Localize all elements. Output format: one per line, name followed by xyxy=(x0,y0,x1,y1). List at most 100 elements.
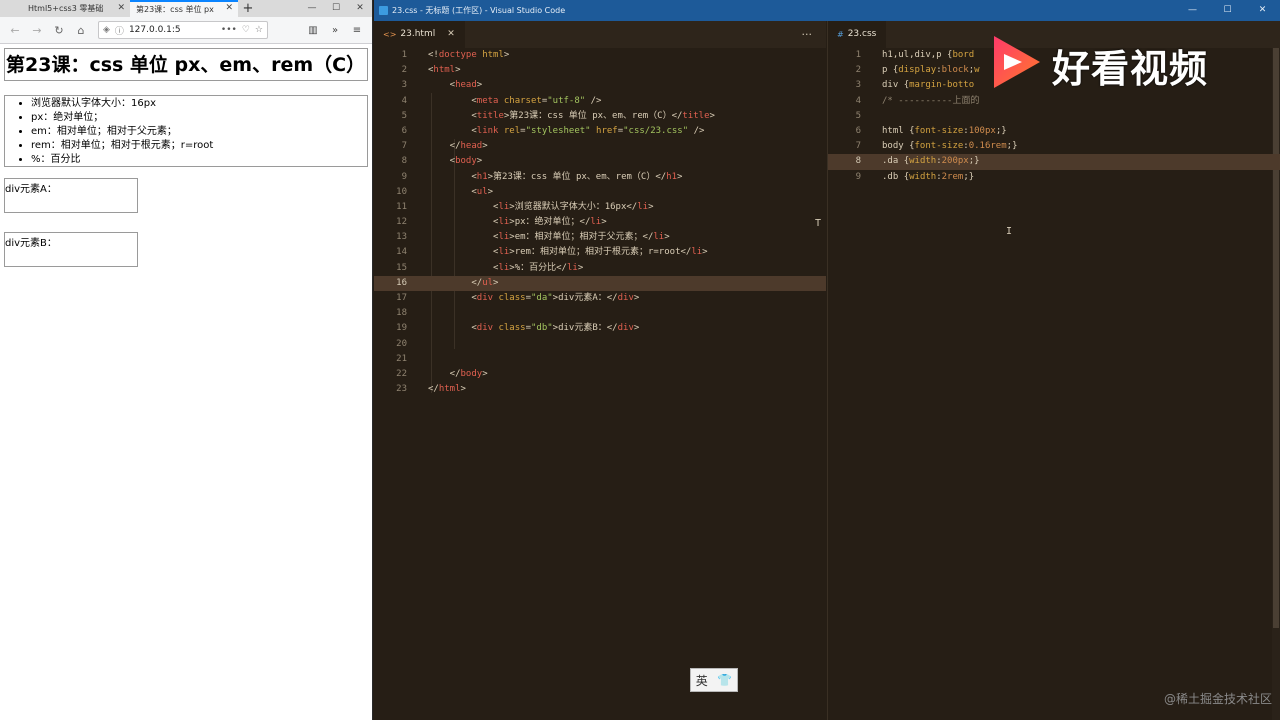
close-icon[interactable]: ✕ xyxy=(225,2,233,16)
css-code-editor[interactable]: I 1 h1,ul,div,p {bord 2 p {display:block;w 3… xyxy=(828,48,1280,720)
maximize-icon[interactable]: ☐ xyxy=(324,0,348,17)
code-line[interactable]: 4 <meta charset="utf-8" /> xyxy=(374,94,826,109)
overflow-chevron-icon[interactable]: » xyxy=(324,25,346,36)
editor-group-html: <> 23.html ✕ ··· T 1 <!doctype html> 2 <htm… xyxy=(374,21,826,720)
code-line[interactable]: 8 <body> xyxy=(374,154,826,169)
vscode-logo-icon xyxy=(379,6,388,15)
code-line[interactable]: 4 /* ----------上面的 xyxy=(828,94,1280,109)
close-icon[interactable]: ✕ xyxy=(117,0,125,17)
div-element-b: div元素B： xyxy=(4,232,138,267)
home-icon[interactable]: ⌂ xyxy=(70,24,92,37)
tab-23-html[interactable]: <> 23.html ✕ xyxy=(374,21,465,48)
code-token: html xyxy=(433,65,456,76)
info-icon[interactable]: ⓘ xyxy=(115,24,124,37)
code-text: <li>em：相对单位；相对于父元素；</li> xyxy=(428,230,670,245)
screen: Html5+css3 零基础 ✕ 第23课：css 单位 px ✕ + — ☐ … xyxy=(0,0,1280,720)
code-token: div xyxy=(476,323,494,334)
line-number: 2 xyxy=(855,65,861,76)
code-line[interactable]: 23 </html> xyxy=(374,382,826,397)
browser-tab-1[interactable]: Html5+css3 零基础 ✕ xyxy=(0,0,130,17)
hamburger-menu-icon[interactable]: ≡ xyxy=(346,25,368,36)
code-text: body {font-size:0.16rem;} xyxy=(882,139,1018,154)
html-code-editor[interactable]: T 1 <!doctype html> 2 <html> 3 <head> 4 <meta… xyxy=(374,48,826,720)
code-token: body xyxy=(455,156,477,167)
code-line[interactable]: 17 <div class="da">div元素A：</div> xyxy=(374,291,826,306)
page-actions-icon[interactable]: ••• xyxy=(221,25,237,35)
back-icon[interactable]: ← xyxy=(4,24,26,37)
ime-language-toggle[interactable]: 英 xyxy=(696,672,708,689)
code-line[interactable]: 3 <head> xyxy=(374,78,826,93)
new-tab-button[interactable]: + xyxy=(238,0,258,17)
code-line[interactable]: 16 </ul> xyxy=(374,275,826,291)
code-line[interactable]: 7 </head> xyxy=(374,139,826,154)
code-line[interactable]: 5 <title>第23课：css 单位 px、em、rem（C）</title… xyxy=(374,109,826,124)
close-icon[interactable]: ✕ xyxy=(447,21,455,48)
watermark-text: @稀土掘金技术社区 xyxy=(1163,692,1272,706)
browser-tab-2[interactable]: 第23课：css 单位 px ✕ xyxy=(130,0,238,17)
code-token: li xyxy=(653,232,665,243)
code-token: 0.16rem xyxy=(968,141,1007,152)
tab-23-css[interactable]: # 23.css xyxy=(828,21,887,48)
list-item: em：相对单位；相对于父元素； xyxy=(31,125,367,139)
close-window-icon[interactable]: ✕ xyxy=(348,0,372,17)
line-number: 23 xyxy=(396,384,407,395)
code-line[interactable]: 1 <!doctype html> xyxy=(374,48,826,63)
code-text: </head> xyxy=(428,139,488,154)
code-line[interactable]: 21 xyxy=(374,352,826,367)
code-token: meta xyxy=(476,95,499,106)
code-text: <body> xyxy=(428,154,483,169)
line-number: 5 xyxy=(401,110,407,121)
minimize-icon[interactable]: — xyxy=(300,0,324,17)
code-line[interactable]: 19 <div class="db">div元素B：</div> xyxy=(374,321,826,336)
shield-icon[interactable]: ◈ xyxy=(103,25,110,35)
code-token: rel xyxy=(498,125,521,136)
code-token: > xyxy=(487,186,494,197)
reload-icon[interactable]: ↻ xyxy=(48,24,70,37)
ime-toolbar[interactable]: 英 👕 xyxy=(690,668,738,692)
url-bar[interactable]: ◈ ⓘ 127.0.0.1:5 ••• ♡ ☆ xyxy=(98,21,268,39)
code-token: .db xyxy=(882,171,904,182)
code-token: >rem：相对单位；相对于根元素；r=root</ xyxy=(509,247,692,258)
bookmark-star-icon[interactable]: ☆ xyxy=(255,25,263,35)
code-line[interactable]: 18 xyxy=(374,306,826,321)
maximize-icon[interactable]: ☐ xyxy=(1210,0,1245,21)
code-line[interactable]: 5 xyxy=(828,109,1280,124)
code-token: class xyxy=(493,323,526,334)
code-line[interactable]: 6 html {font-size:100px;} xyxy=(828,124,1280,139)
line-number: 13 xyxy=(396,232,407,243)
code-line[interactable]: 2 <html> xyxy=(374,63,826,78)
code-line[interactable]: 9 .db {width:2rem;} xyxy=(828,170,1280,185)
html-file-icon: <> xyxy=(383,30,397,39)
code-token: font-size xyxy=(914,125,964,136)
code-line[interactable]: 14 <li>rem：相对单位；相对于根元素；r=root</li> xyxy=(374,245,826,260)
close-window-icon[interactable]: ✕ xyxy=(1245,0,1280,21)
code-token: < xyxy=(428,323,477,334)
code-token: >px：绝对单位；</ xyxy=(509,217,591,228)
code-line[interactable]: 22 </body> xyxy=(374,367,826,382)
code-token: < xyxy=(428,95,477,106)
library-icon[interactable]: ▥ xyxy=(302,25,324,36)
more-actions-icon[interactable]: ··· xyxy=(802,21,813,48)
ime-skin-icon[interactable]: 👕 xyxy=(717,673,732,687)
code-token: ;} xyxy=(963,171,975,182)
code-line[interactable]: 15 <li>%：百分比</li> xyxy=(374,261,826,276)
forward-icon[interactable]: → xyxy=(26,24,48,37)
code-token: "css/23.css" xyxy=(623,125,689,136)
code-line[interactable]: 9 <h1>第23课：css 单位 px、em、rem（C）</h1> xyxy=(374,170,826,185)
code-token: "da" xyxy=(530,293,553,303)
code-line[interactable]: 11 <li>浏览器默认字体大小：16px</li> xyxy=(374,200,826,215)
code-text: <div class="db">div元素B：</div> xyxy=(428,321,639,336)
code-line[interactable]: 20 xyxy=(374,337,826,352)
code-line[interactable]: 7 body {font-size:0.16rem;} xyxy=(828,139,1280,154)
minimize-icon[interactable]: — xyxy=(1175,0,1210,21)
code-line[interactable]: 10 <ul> xyxy=(374,185,826,200)
code-token: </ xyxy=(428,141,461,152)
editor-group-css: # 23.css I 1 h1,ul,div,p {bord 2 p {display… xyxy=(827,21,1280,720)
code-line[interactable]: 12 <li>px：绝对单位；</li> xyxy=(374,215,826,230)
code-line[interactable]: 8 .da {width:200px;} xyxy=(828,154,1280,170)
code-line[interactable]: 13 <li>em：相对单位；相对于父元素；</li> xyxy=(374,230,826,245)
code-token: < xyxy=(428,293,477,303)
pocket-icon[interactable]: ♡ xyxy=(242,25,250,35)
line-number: 4 xyxy=(855,95,861,106)
code-line[interactable]: 6 <link rel="stylesheet" href="css/23.cs… xyxy=(374,124,826,139)
